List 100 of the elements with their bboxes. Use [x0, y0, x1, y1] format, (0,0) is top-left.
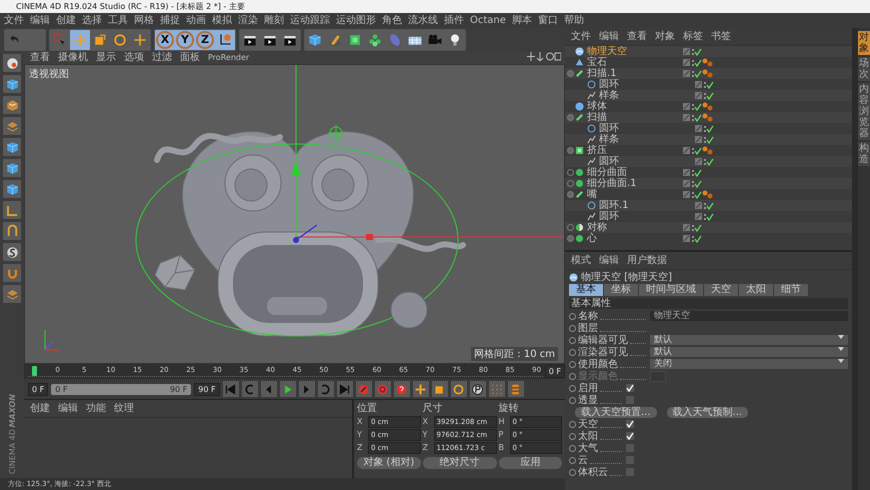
visibility-flags-icon[interactable]: [694, 124, 714, 134]
object-name[interactable]: 嘴: [587, 189, 597, 200]
expand-toggle[interactable]: [567, 180, 574, 187]
object-name[interactable]: 扫描: [587, 112, 607, 123]
end-frame-field[interactable]: 90 F: [194, 382, 220, 396]
menu-item[interactable]: 网格: [134, 14, 154, 27]
menu-item[interactable]: 动画: [186, 14, 206, 27]
menu-item[interactable]: 角色: [382, 14, 402, 27]
menu-item[interactable]: 书签: [711, 30, 731, 43]
object-name[interactable]: 细分曲面.1: [587, 178, 637, 189]
tag-icon[interactable]: [702, 146, 714, 155]
visibility-flags-icon[interactable]: [682, 190, 702, 200]
tab[interactable]: 太阳: [739, 284, 773, 296]
menu-item[interactable]: 工具: [108, 14, 128, 27]
visibility-flags-icon[interactable]: [694, 200, 714, 210]
menu-item[interactable]: 捕捉: [160, 14, 180, 27]
menu-item[interactable]: 运动图形: [336, 14, 376, 27]
apply-button[interactable]: 应用: [498, 457, 562, 469]
menu-item[interactable]: 模拟: [212, 14, 232, 27]
mode-dropdown[interactable]: 对象 (相对): [357, 457, 420, 469]
object-name[interactable]: 对称: [587, 222, 607, 233]
menu-item[interactable]: 摄像机: [58, 52, 88, 64]
dropdown[interactable]: 默认: [650, 335, 848, 345]
expand-toggle[interactable]: [567, 235, 574, 242]
menu-item[interactable]: 模式: [571, 254, 591, 267]
tag-icon[interactable]: [702, 190, 714, 199]
name-field[interactable]: 物理天空: [650, 311, 848, 321]
playback-button[interactable]: [394, 381, 410, 397]
menu-item[interactable]: 文件: [4, 14, 24, 27]
tool-button[interactable]: [445, 30, 465, 50]
playback-button[interactable]: [280, 381, 296, 397]
object-name[interactable]: 圆环.1: [599, 200, 629, 211]
visibility-flags-icon[interactable]: [694, 156, 714, 166]
object-name[interactable]: 样条: [599, 90, 619, 101]
checkbox[interactable]: [626, 468, 634, 476]
visibility-flags-icon[interactable]: [682, 112, 702, 122]
menu-item[interactable]: 脚本: [512, 14, 532, 27]
object-name[interactable]: 扫描.1: [587, 68, 617, 79]
visibility-flags-icon[interactable]: [682, 68, 702, 78]
menu-item[interactable]: ProRender: [208, 52, 250, 64]
menu-item[interactable]: 对象: [655, 30, 675, 43]
frame-range-slider[interactable]: 0 F 90 F: [51, 384, 192, 394]
menu-item[interactable]: 纹理: [114, 402, 134, 415]
playback-button[interactable]: [412, 381, 429, 397]
menu-item[interactable]: 显示: [96, 52, 116, 64]
tab[interactable]: 细节: [774, 284, 808, 296]
menu-item[interactable]: 功能: [86, 402, 106, 415]
playback-button[interactable]: [508, 381, 524, 397]
checkbox[interactable]: [626, 432, 634, 440]
visibility-flags-icon[interactable]: [682, 222, 702, 232]
menu-item[interactable]: 雕刻: [264, 14, 284, 27]
menu-item[interactable]: 运动跟踪: [290, 14, 330, 27]
view-navigation-icon[interactable]: [527, 52, 561, 61]
visibility-flags-icon[interactable]: [682, 102, 702, 112]
menu-item[interactable]: 查看: [627, 30, 647, 43]
object-name[interactable]: 球体: [587, 101, 607, 112]
tab[interactable]: 天空: [704, 284, 738, 296]
axis-toggle-button[interactable]: Z: [195, 30, 215, 50]
visibility-flags-icon[interactable]: [682, 58, 702, 68]
object-name[interactable]: 圆环: [599, 211, 619, 222]
side-tab[interactable]: 场次: [858, 57, 870, 81]
menu-item[interactable]: 编辑: [30, 14, 50, 27]
menu-item[interactable]: 创建: [56, 14, 76, 27]
menu-item[interactable]: 文件: [571, 30, 591, 43]
tool-button[interactable]: [280, 30, 300, 50]
menu-item[interactable]: 选择: [82, 14, 102, 27]
object-name[interactable]: 圆环: [599, 79, 619, 90]
visibility-flags-icon[interactable]: [694, 134, 714, 144]
preset-button[interactable]: 载入天空预置...: [575, 406, 657, 418]
object-name[interactable]: 圆环: [599, 123, 619, 134]
preset-button[interactable]: 载入天气预制...: [666, 406, 748, 418]
start-frame-field[interactable]: 0 F: [28, 382, 48, 396]
menu-item[interactable]: 创建: [30, 402, 50, 415]
side-tab[interactable]: 构造: [858, 142, 870, 166]
side-tab[interactable]: 内容浏览器: [858, 83, 870, 140]
menu-item[interactable]: 渲染: [238, 14, 258, 27]
axis-gizmo-drawing[interactable]: [291, 65, 564, 243]
tab[interactable]: 时间与区域: [639, 284, 703, 296]
expand-toggle[interactable]: [567, 169, 574, 176]
visibility-flags-icon[interactable]: [682, 146, 702, 156]
object-name[interactable]: 宝石: [587, 57, 607, 68]
menu-item[interactable]: 编辑: [58, 402, 78, 415]
tab[interactable]: 坐标: [604, 284, 638, 296]
checkbox[interactable]: [626, 444, 634, 452]
menu-item[interactable]: 查看: [30, 52, 50, 64]
playback-button[interactable]: [470, 381, 486, 397]
checkbox[interactable]: [626, 456, 634, 464]
dropdown[interactable]: 关闭: [650, 359, 848, 369]
object-name[interactable]: 圆环: [599, 156, 619, 167]
expand-toggle[interactable]: [567, 70, 574, 77]
visibility-flags-icon[interactable]: [694, 80, 714, 90]
object-name[interactable]: 心: [587, 233, 597, 244]
tab[interactable]: 基本: [569, 284, 603, 296]
visibility-flags-icon[interactable]: [682, 178, 702, 188]
tag-icon[interactable]: [702, 69, 714, 78]
expand-toggle[interactable]: [567, 114, 574, 121]
visibility-flags-icon[interactable]: [694, 90, 714, 100]
side-tab[interactable]: 对象: [858, 31, 870, 55]
dropdown[interactable]: 默认: [650, 347, 848, 357]
tag-icon[interactable]: [702, 58, 714, 67]
